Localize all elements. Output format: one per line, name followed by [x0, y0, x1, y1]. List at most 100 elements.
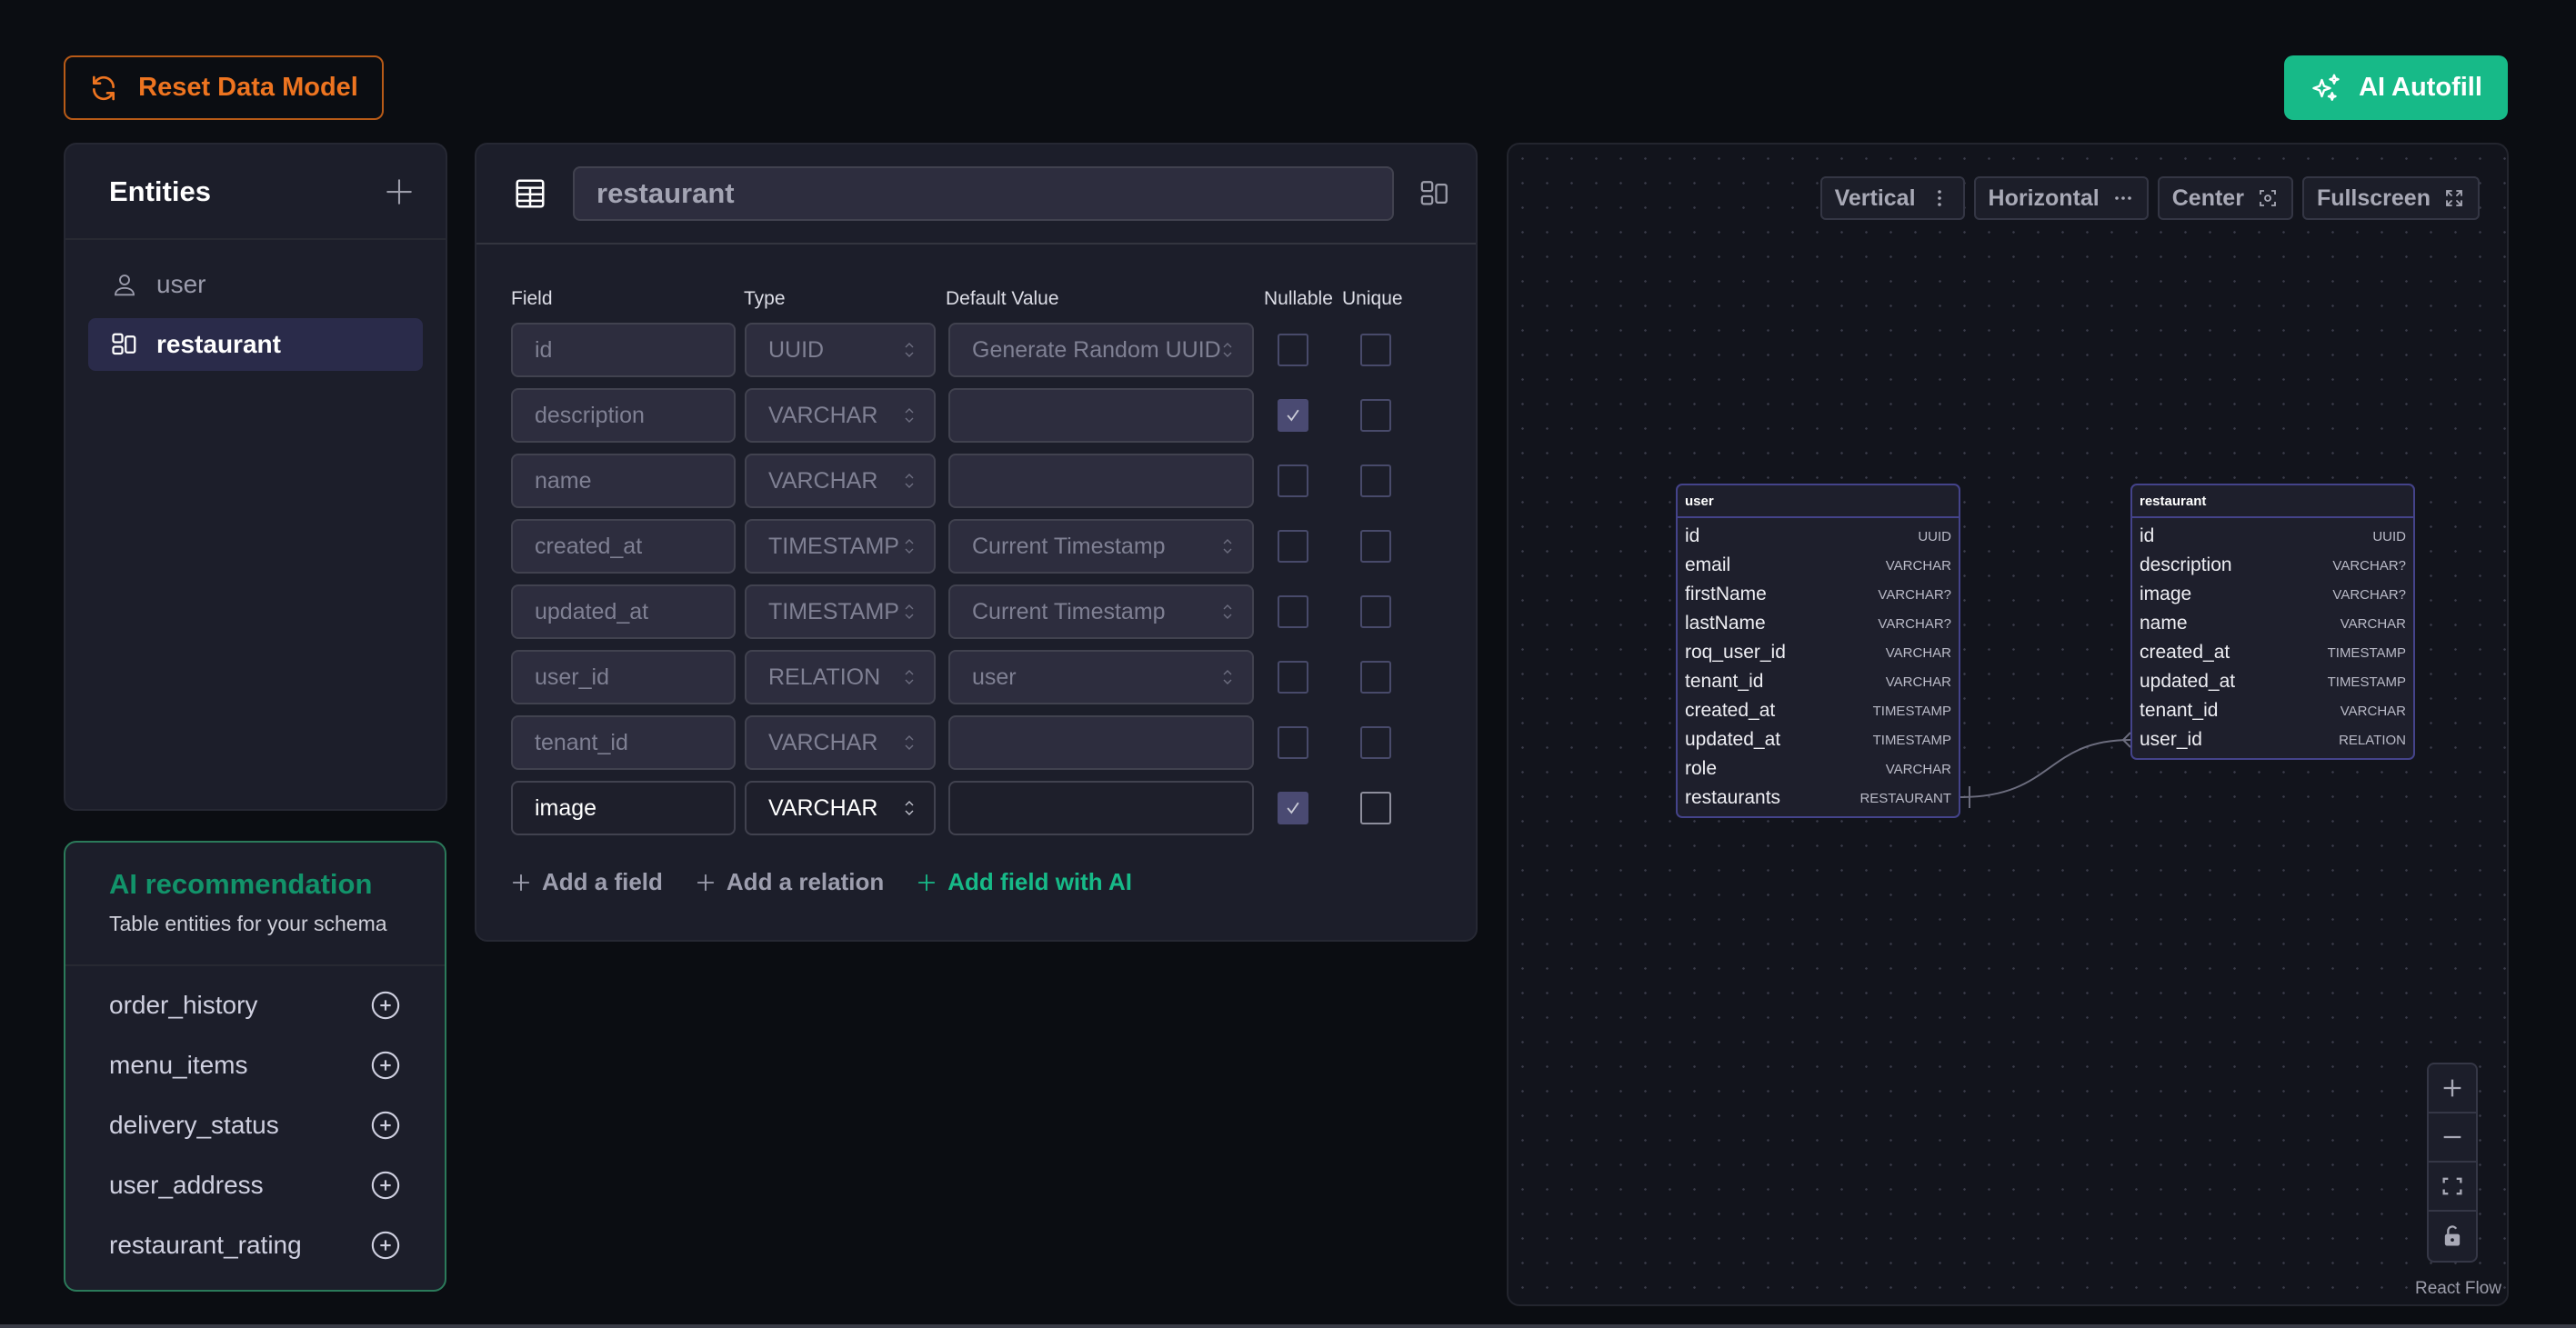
field-name-input[interactable]: updated_at — [511, 584, 736, 639]
default-value-input[interactable] — [948, 454, 1254, 508]
default-value-input[interactable] — [948, 388, 1254, 443]
field-row: tenant_id VARCHAR — [511, 710, 1476, 775]
add-relation-button[interactable]: Add a relation — [696, 868, 884, 896]
node-field-type: VARCHAR — [1885, 644, 1951, 661]
nullable-checkbox[interactable] — [1278, 792, 1308, 824]
unique-checkbox[interactable] — [1360, 334, 1391, 366]
unique-checkbox[interactable] — [1360, 661, 1391, 694]
default-value-input[interactable] — [948, 781, 1254, 835]
add-circle-icon[interactable] — [370, 990, 401, 1021]
default-value-select[interactable]: Generate Random UUID — [948, 323, 1254, 377]
field-type-select[interactable]: VARCHAR — [745, 454, 936, 508]
add-field-button[interactable]: Add a field — [511, 868, 663, 896]
add-relation-label: Add a relation — [726, 868, 885, 895]
node-field-type: VARCHAR? — [2332, 586, 2406, 603]
node-field-name: firstName — [1685, 584, 1767, 604]
nullable-checkbox[interactable] — [1278, 334, 1308, 366]
node-field-type: RELATION — [2339, 732, 2406, 748]
diagram-node-restaurant[interactable]: restaurant id UUID description VARCHAR? imag… — [2130, 484, 2415, 760]
add-circle-icon[interactable] — [370, 1230, 401, 1261]
node-field-name: image — [2140, 584, 2192, 604]
add-entity-plus-icon[interactable] — [384, 176, 415, 207]
toggle-interactivity-button[interactable] — [2429, 1212, 2476, 1261]
unique-checkbox[interactable] — [1360, 464, 1391, 497]
add-field-with-ai-button[interactable]: Add field with AI — [917, 868, 1132, 896]
field-name-input[interactable]: user_id — [511, 650, 736, 704]
field-name-input[interactable]: created_at — [511, 519, 736, 574]
recommendation-item: menu_items — [65, 1035, 445, 1095]
unique-checkbox[interactable] — [1360, 399, 1391, 432]
default-value-input[interactable] — [948, 715, 1254, 770]
field-name-value: user_id — [535, 664, 609, 690]
diagram-node-user[interactable]: user id UUID email VARCHAR firstName VARCHAR?… — [1676, 484, 1960, 818]
field-type-value: UUID — [768, 336, 825, 363]
schema-diagram-canvas[interactable]: Vertical Horizontal Center Fullscreen us… — [1507, 143, 2509, 1306]
recommendation-list: order_history menu_items delivery_status… — [65, 966, 445, 1275]
unique-checkbox[interactable] — [1360, 792, 1391, 824]
unique-checkbox[interactable] — [1360, 595, 1391, 628]
horizontal-layout-button[interactable]: Horizontal — [1973, 176, 2149, 220]
chevron-up-down-icon — [905, 539, 914, 554]
entity-item-restaurant[interactable]: restaurant — [88, 318, 423, 371]
horizontal-label: Horizontal — [1988, 185, 2100, 211]
entity-name-input[interactable] — [573, 166, 1394, 221]
nullable-checkbox[interactable] — [1278, 661, 1308, 694]
diagram-toolbar: Vertical Horizontal Center Fullscreen — [1819, 176, 2480, 220]
default-value-select[interactable]: Current Timestamp — [948, 584, 1254, 639]
entity-item-user[interactable]: user — [88, 258, 423, 311]
field-type-select[interactable]: VARCHAR — [745, 388, 936, 443]
node-field-name: name — [2140, 613, 2188, 634]
editor-header — [476, 145, 1476, 245]
fullscreen-button[interactable]: Fullscreen — [2301, 176, 2480, 220]
default-value-select[interactable]: Current Timestamp — [948, 519, 1254, 574]
add-circle-icon[interactable] — [370, 1110, 401, 1141]
nullable-checkbox[interactable] — [1278, 464, 1308, 497]
expand-icon — [2446, 190, 2462, 206]
edge-path — [1960, 739, 2131, 798]
nullable-checkbox[interactable] — [1278, 399, 1308, 432]
node-field-name: id — [1685, 525, 1700, 546]
add-circle-icon[interactable] — [370, 1170, 401, 1201]
field-name-input[interactable]: id — [511, 323, 736, 377]
field-name-input[interactable]: image — [511, 781, 736, 835]
chevron-up-down-icon — [1223, 343, 1232, 357]
node-title: restaurant — [2132, 485, 2413, 518]
recommendation-label: menu_items — [109, 1051, 248, 1079]
field-type-select[interactable]: UUID — [745, 323, 936, 377]
unlock-icon — [2444, 1225, 2461, 1246]
unique-checkbox[interactable] — [1360, 530, 1391, 563]
node-field-row: updated_at TIMESTAMP — [1678, 725, 1959, 754]
reset-data-model-button[interactable]: Reset Data Model — [64, 55, 384, 120]
default-value-select[interactable]: user — [948, 650, 1254, 704]
node-field-type: RESTAURANT — [1859, 790, 1951, 806]
nullable-checkbox[interactable] — [1278, 595, 1308, 628]
add-circle-icon[interactable] — [370, 1050, 401, 1081]
layout-icon[interactable] — [1419, 178, 1450, 209]
field-name-input[interactable]: tenant_id — [511, 715, 736, 770]
react-flow-attribution[interactable]: React Flow — [2415, 1279, 2501, 1299]
nullable-checkbox[interactable] — [1278, 726, 1308, 759]
chevron-up-down-icon — [905, 735, 914, 750]
fit-view-button[interactable] — [2429, 1163, 2476, 1212]
chevron-up-down-icon — [905, 408, 914, 423]
field-name-input[interactable]: description — [511, 388, 736, 443]
field-type-select[interactable]: VARCHAR — [745, 715, 936, 770]
vertical-layout-button[interactable]: Vertical — [1819, 176, 1965, 220]
zoom-in-button[interactable] — [2429, 1064, 2476, 1113]
field-type-select[interactable]: RELATION — [745, 650, 936, 704]
unique-checkbox[interactable] — [1360, 726, 1391, 759]
ai-autofill-button[interactable]: AI Autofill — [2284, 55, 2508, 120]
chevron-up-down-icon — [905, 670, 914, 684]
node-field-type: VARCHAR — [1885, 674, 1951, 690]
nullable-checkbox[interactable] — [1278, 530, 1308, 563]
field-type-select[interactable]: TIMESTAMP — [745, 519, 936, 574]
focus-center-icon — [2260, 190, 2276, 206]
center-button[interactable]: Center — [2157, 176, 2293, 220]
zoom-out-button[interactable] — [2429, 1113, 2476, 1163]
field-type-select[interactable]: TIMESTAMP — [745, 584, 936, 639]
chevron-up-down-icon — [905, 343, 914, 357]
reset-data-model-label: Reset Data Model — [138, 73, 358, 102]
field-name-input[interactable]: name — [511, 454, 736, 508]
field-type-select[interactable]: VARCHAR — [745, 781, 936, 835]
field-type-value: VARCHAR — [768, 467, 878, 494]
